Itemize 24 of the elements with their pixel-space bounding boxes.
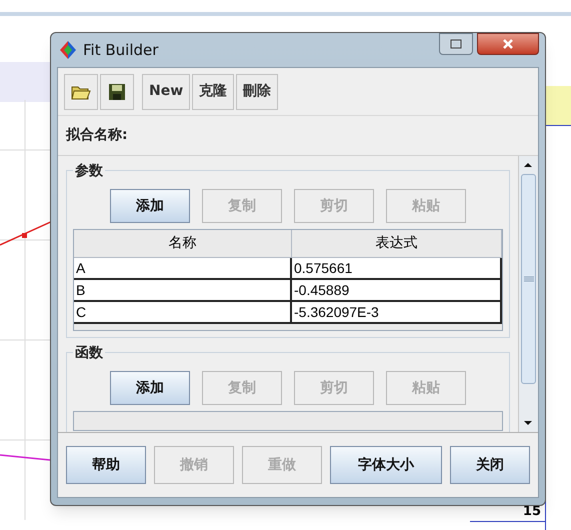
toolbar-button[interactable]: New (142, 74, 190, 110)
field-label: 拟合名称: (66, 126, 128, 145)
table-cell: A (74, 258, 292, 278)
app-logo-icon (59, 40, 77, 60)
close-icon (502, 39, 514, 49)
scroll-thumb[interactable] (521, 174, 536, 384)
action-button[interactable]: 字体大小 (330, 446, 442, 484)
close-button[interactable] (477, 33, 539, 55)
action-button[interactable]: 关闭 (450, 446, 530, 484)
window-title: Fit Builder (83, 40, 158, 61)
action-button[interactable]: 帮助 (66, 446, 146, 484)
action-button[interactable]: 添加 (110, 371, 190, 405)
table-cell: -0.45889 (292, 280, 502, 300)
table-cell: B (74, 280, 292, 300)
scrollbar[interactable] (518, 156, 538, 432)
table-cell: 0.575661 (292, 258, 502, 278)
table-cell: C (74, 302, 292, 322)
toolbar-button[interactable] (100, 74, 134, 110)
toolbar-button[interactable]: 刪除 (236, 74, 278, 110)
restore-button[interactable] (439, 33, 473, 55)
restore-icon (450, 39, 462, 49)
action-button[interactable]: 添加 (110, 189, 190, 223)
toolbar-button[interactable]: 克隆 (192, 74, 234, 110)
table-cell: -5.362097E-3 (292, 302, 502, 322)
